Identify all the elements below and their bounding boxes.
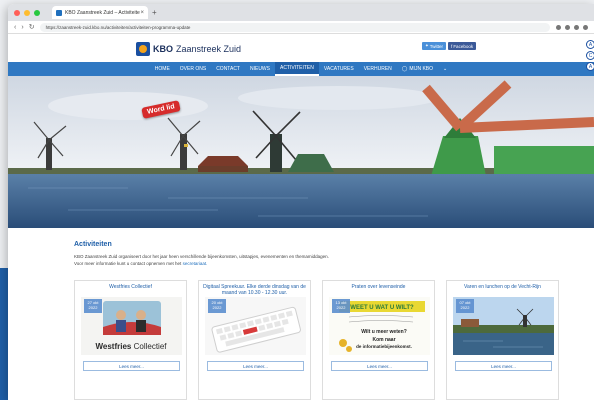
secretariaat-link[interactable]: secretariaat. — [183, 261, 208, 266]
kbo-logo-icon — [136, 42, 150, 56]
windmill-landscape-image — [8, 76, 594, 228]
info-poster-line4: de informatiebijeenkomst. — [356, 344, 412, 349]
extensions — [556, 24, 588, 30]
info-poster-line3: Kom naar — [372, 337, 395, 343]
contrast-icon[interactable]: C — [586, 51, 594, 60]
forward-button[interactable]: › — [21, 24, 23, 31]
card-image[interactable]: 20 okt 2022 — [205, 297, 306, 355]
tab-close-icon[interactable]: × — [140, 10, 144, 16]
read-more-button[interactable]: Lees meer... — [331, 361, 428, 371]
url-field[interactable]: https://zaanstreek-zuid.kbo.nu/activitei… — [39, 22, 550, 32]
nav-nieuws[interactable]: Nieuws — [245, 62, 275, 76]
intro-line-1: KBO Zaanstreek Zuid organiseert door het… — [74, 254, 329, 259]
bookmark-icon[interactable] — [556, 24, 561, 30]
logo-subtitle: Zaanstreek Zuid — [176, 44, 242, 54]
activity-card: Varen en lunchen op de Vecht-Rijn 07 okt… — [446, 280, 559, 400]
nav-activiteiten[interactable]: Activiteiten — [274, 62, 319, 76]
section-intro: KBO Zaanstreek Zuid organiseert door het… — [74, 253, 434, 267]
activity-cards: Westfries Collectief Westfries Collectie… — [74, 280, 559, 400]
westfries-text: Westfries Collectief — [95, 342, 167, 351]
nav-over-ons[interactable]: Over ons — [175, 62, 211, 76]
activity-card: Westfries Collectief Westfries Collectie… — [74, 280, 187, 400]
menu-icon[interactable] — [583, 24, 588, 30]
main-nav: Home Over ons Contact Nieuws Activiteite… — [8, 62, 594, 76]
nav-mijn-kbo-label: Mijn KBO — [409, 66, 434, 72]
westfries-word1: Westfries — [95, 342, 131, 351]
nav-contact[interactable]: Contact — [211, 62, 245, 76]
nav-vacatures[interactable]: Vacatures — [319, 62, 359, 76]
site-logo[interactable]: KBO Zaanstreek Zuid — [136, 42, 241, 56]
westfries-word2: Collectief — [134, 342, 168, 351]
text-size-icon[interactable]: A — [586, 62, 594, 71]
card-title[interactable]: Varen en lunchen op de Vecht-Rijn — [447, 281, 558, 295]
activity-card: Digitaal Spreekuur. Elke derde dinsdag v… — [198, 280, 311, 400]
new-tab-button[interactable]: + — [152, 8, 157, 17]
browser-window: KBO Zaanstreek Zuid – Activiteiten × + ‹… — [8, 4, 594, 400]
tab-bar: KBO Zaanstreek Zuid – Activiteiten × + — [8, 4, 594, 21]
address-bar-row: ‹ › ↻ https://zaanstreek-zuid.kbo.nu/act… — [8, 21, 594, 34]
nav-verhuren[interactable]: Verhuren — [359, 62, 397, 76]
date-badge: 13 okt 2022 — [332, 299, 350, 313]
social-links: ✦ Twitter f Facebook — [422, 42, 478, 50]
extension-icon[interactable] — [565, 24, 570, 30]
info-poster-line2: Wilt u meer weten? — [361, 329, 407, 335]
minimize-window-icon[interactable] — [24, 9, 30, 16]
card-image[interactable]: 07 okt 2022 — [453, 297, 554, 355]
tab-title: KBO Zaanstreek Zuid – Activiteiten — [65, 9, 141, 16]
back-button[interactable]: ‹ — [14, 24, 16, 31]
hero-image: Word lid — [8, 76, 594, 228]
card-image[interactable]: WEET U WAT U WILT? Wilt u meer weten? Ko… — [329, 297, 430, 355]
nav-mijn-kbo[interactable]: ◯ Mijn KBO — [397, 62, 438, 76]
favicon-icon — [56, 9, 62, 16]
nav-home[interactable]: Home — [150, 62, 175, 76]
activities-section: Activiteiten KBO Zaanstreek Zuid organis… — [8, 236, 594, 400]
read-more-button[interactable]: Lees meer... — [455, 361, 552, 371]
info-poster-line1: WEET U WAT U WILT? — [350, 305, 414, 311]
twitter-button[interactable]: ✦ Twitter — [422, 42, 447, 50]
facebook-label: Facebook — [453, 43, 474, 49]
read-more-button[interactable]: Lees meer... — [207, 361, 304, 371]
date-badge: 20 okt 2022 — [208, 299, 226, 313]
close-window-icon[interactable] — [14, 9, 20, 16]
section-title: Activiteiten — [74, 241, 112, 248]
twitter-icon: ✦ — [425, 43, 429, 48]
twitter-label: Twitter — [429, 43, 444, 49]
reload-button[interactable]: ↻ — [29, 23, 35, 31]
nav-more-chevron-icon[interactable]: ⌄ — [438, 62, 452, 76]
card-title[interactable]: Praten over levenseinde — [323, 281, 434, 295]
maximize-window-icon[interactable] — [34, 9, 40, 16]
user-icon: ◯ — [401, 66, 408, 72]
browser-tab[interactable]: KBO Zaanstreek Zuid – Activiteiten × — [52, 6, 148, 19]
card-title[interactable]: Digitaal Spreekuur. Elke derde dinsdag v… — [199, 281, 310, 296]
intro-text-2: Voor meer informatie kunt u contact opne… — [74, 261, 182, 266]
accessibility-icon[interactable]: A — [586, 40, 594, 49]
date-badge: 07 okt 2022 — [456, 299, 474, 313]
site-header: KBO Zaanstreek Zuid ✦ Twitter f Facebook… — [8, 34, 594, 71]
profile-icon[interactable] — [574, 24, 579, 30]
activity-card: Praten over levenseinde WEET U WAT U WIL… — [322, 280, 435, 400]
accessibility-icons: A C A — [586, 40, 594, 71]
facebook-icon: f — [451, 43, 453, 49]
date-badge: 27 okt 2022 — [84, 299, 102, 313]
logo-text: KBO — [153, 44, 173, 54]
card-title[interactable]: Westfries Collectief — [75, 281, 186, 295]
card-image[interactable]: Westfries Collectief 27 okt 2022 — [81, 297, 182, 355]
facebook-button[interactable]: f Facebook — [448, 42, 477, 50]
read-more-button[interactable]: Lees meer... — [83, 361, 180, 371]
intro-line-2: Voor meer informatie kunt u contact opne… — [74, 260, 434, 267]
